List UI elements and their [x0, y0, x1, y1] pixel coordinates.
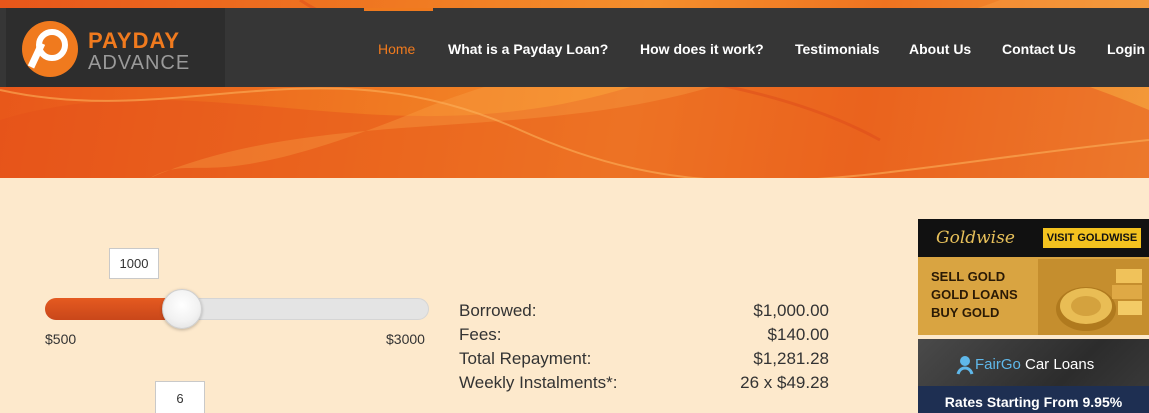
nav-contact-us[interactable]: Contact Us: [1002, 41, 1076, 57]
loan-summary: Borrowed: $1,000.00 Fees: $140.00 Total …: [459, 301, 829, 397]
nav-login[interactable]: Login: [1107, 41, 1145, 57]
nav-home[interactable]: Home: [378, 41, 415, 57]
visit-goldwise-button[interactable]: VISIT GOLDWISE: [1043, 228, 1141, 248]
summary-label: Weekly Instalments*:: [459, 373, 618, 392]
fairgo-brand-suffix: Car Loans: [1020, 356, 1095, 373]
goldwise-line-loans: GOLD LOANS: [931, 287, 1018, 302]
summary-label: Borrowed:: [459, 301, 537, 320]
amount-tooltip: 1000: [109, 248, 159, 279]
goldwise-line-sell: SELL GOLD: [931, 269, 1006, 284]
weeks-tooltip: 6: [155, 381, 205, 413]
goldwise-line-buy: BUY GOLD: [931, 305, 1000, 320]
fairgo-rates-tagline: Rates Starting From 9.95%: [918, 386, 1149, 413]
summary-value: $1,281.28: [753, 349, 829, 368]
amount-slider-max-label: $3000: [386, 331, 425, 347]
fairgo-pin-icon: [956, 356, 974, 375]
nav-what-is-payday-loan[interactable]: What is a Payday Loan?: [448, 41, 608, 57]
summary-row-total-repayment: Total Repayment: $1,281.28: [459, 349, 829, 373]
summary-label: Fees:: [459, 325, 502, 344]
summary-value: $140.00: [767, 325, 829, 344]
nav-about-us[interactable]: About Us: [909, 41, 971, 57]
amount-slider-min-label: $500: [45, 331, 77, 347]
amount-slider-handle[interactable]: [161, 289, 202, 329]
nav-testimonials[interactable]: Testimonials: [795, 41, 880, 57]
nav-how-does-it-work[interactable]: How does it work?: [640, 41, 764, 57]
summary-row-fees: Fees: $140.00: [459, 325, 829, 349]
main-nav: Home What is a Payday Loan? How does it …: [0, 8, 1149, 87]
summary-value: 26 x $49.28: [740, 373, 829, 392]
fairgo-car-loans-ad[interactable]: FairGo Car Loans Rates Starting From 9.9…: [918, 339, 1149, 413]
goldwise-ad-header: Goldwise VISIT GOLDWISE: [918, 219, 1149, 257]
fairgo-brand-name: FairGo: [975, 356, 1021, 373]
summary-row-borrowed: Borrowed: $1,000.00: [459, 301, 829, 325]
goldwise-ad-banner[interactable]: Goldwise VISIT GOLDWISE SELL GOLD GOLD L…: [918, 219, 1149, 335]
gold-coins-icon: [1038, 259, 1149, 335]
summary-value: $1,000.00: [753, 301, 829, 320]
summary-row-weekly-instalments: Weekly Instalments*: 26 x $49.28: [459, 373, 829, 397]
goldwise-brand: Goldwise: [936, 228, 1015, 248]
summary-label: Total Repayment:: [459, 349, 592, 368]
fairgo-brand: FairGo Car Loans: [975, 356, 1094, 373]
